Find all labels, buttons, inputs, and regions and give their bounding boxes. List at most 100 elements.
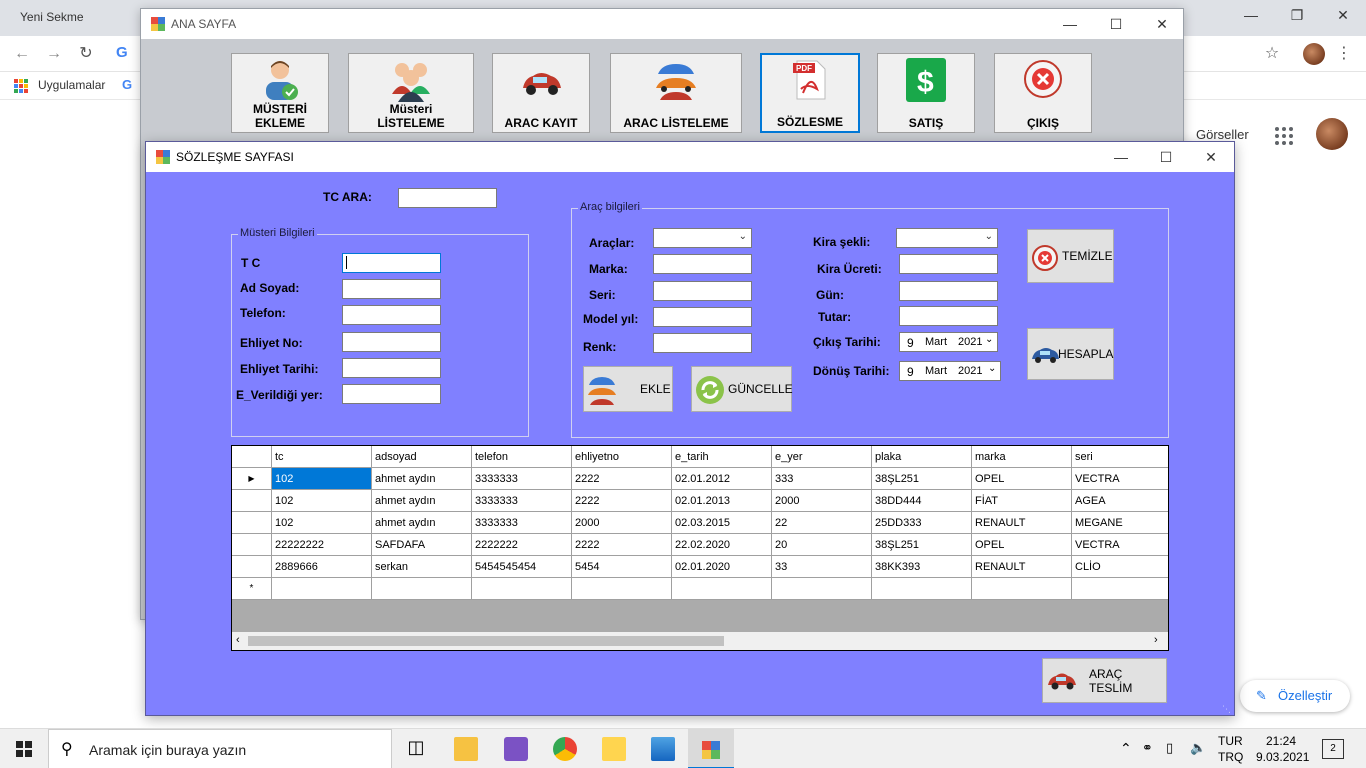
grid-cell[interactable]: 33	[772, 556, 872, 578]
grid-cell[interactable]: ahmet aydın	[372, 512, 472, 534]
taskbar-search[interactable]: ⚲ Aramak için buraya yazın	[48, 729, 392, 768]
lang-bottom[interactable]: TRQ	[1218, 750, 1243, 764]
task-view-icon[interactable]: ◫	[404, 737, 428, 761]
new-row-cell[interactable]	[872, 578, 972, 600]
grid-cell[interactable]: 02.01.2012	[672, 468, 772, 490]
grid-cell[interactable]: 38ŞL251	[872, 534, 972, 556]
grid-cell[interactable]: 102	[272, 468, 372, 490]
forward-icon[interactable]: →	[44, 44, 64, 64]
column-header[interactable]: telefon	[472, 446, 572, 468]
column-header[interactable]: e_yer	[772, 446, 872, 468]
row-header[interactable]	[232, 556, 272, 578]
guncelle-button[interactable]: GÜNCELLE	[691, 366, 793, 412]
photos-icon[interactable]	[651, 737, 675, 761]
grid-cell[interactable]: 22222222	[272, 534, 372, 556]
telefon-input[interactable]	[342, 305, 441, 325]
new-row-cell[interactable]	[772, 578, 872, 600]
column-header[interactable]: tc	[272, 446, 372, 468]
grid-cell[interactable]: OPEL	[972, 468, 1072, 490]
seri-input[interactable]	[653, 281, 752, 301]
chrome-tab[interactable]: Yeni Sekme	[8, 4, 158, 36]
tc-input[interactable]	[342, 253, 441, 273]
tools-icon[interactable]	[602, 737, 626, 761]
grid-cell[interactable]: 38ŞL251	[872, 468, 972, 490]
winforms-app-task[interactable]	[688, 729, 734, 768]
contract-close-icon[interactable]: ✕	[1188, 142, 1234, 172]
model-yil-input[interactable]	[653, 307, 752, 327]
ehliyet-no-input[interactable]	[342, 332, 441, 352]
contract-maximize-icon[interactable]: ☐	[1143, 142, 1189, 172]
bookmark-google[interactable]: G	[122, 77, 132, 92]
grid-cell[interactable]: AGEA	[1072, 490, 1168, 512]
gorseller-link[interactable]: Görseller	[1196, 127, 1249, 142]
main-maximize-icon[interactable]: ☐	[1093, 9, 1139, 39]
row-header[interactable]	[232, 534, 272, 556]
grid-cell[interactable]: serkan	[372, 556, 472, 578]
chrome-icon[interactable]	[553, 737, 577, 761]
volume-icon[interactable]: 🔈	[1190, 740, 1206, 756]
battery-icon[interactable]: ▯	[1166, 740, 1173, 756]
arac-kayit-button[interactable]: ARAC KAYIT	[492, 53, 590, 133]
musteri-ekleme-button[interactable]: MÜSTERİ EKLEME	[231, 53, 329, 133]
grid-cell[interactable]: 2000	[572, 512, 672, 534]
donus-tarihi-picker[interactable]: 9 Mart 2021 ⌄	[899, 361, 1001, 381]
column-header[interactable]: seri	[1072, 446, 1168, 468]
grid-cell[interactable]: VECTRA	[1072, 534, 1168, 556]
notification-icon[interactable]: 2	[1322, 739, 1344, 759]
grid-cell[interactable]: 2222	[572, 534, 672, 556]
customize-button[interactable]: ✎ Özelleştir	[1240, 680, 1350, 712]
file-explorer-icon[interactable]	[454, 737, 478, 761]
menu-icon[interactable]: ⋮	[1334, 44, 1354, 64]
new-row-cell[interactable]	[372, 578, 472, 600]
horizontal-scrollbar[interactable]: ‹ ›	[232, 632, 1168, 650]
new-row-cell[interactable]	[1072, 578, 1168, 600]
reload-icon[interactable]: ↻	[76, 44, 96, 64]
grid-cell[interactable]: MEGANE	[1072, 512, 1168, 534]
grid-cell[interactable]: 2889666	[272, 556, 372, 578]
row-header[interactable]: ▶	[232, 468, 272, 490]
google-avatar[interactable]	[1316, 118, 1348, 150]
grid-cell[interactable]: 3333333	[472, 468, 572, 490]
grid-corner[interactable]	[232, 446, 272, 468]
column-header[interactable]: marka	[972, 446, 1072, 468]
grid-cell[interactable]: 5454	[572, 556, 672, 578]
grid-cell[interactable]: 22	[772, 512, 872, 534]
scroll-left-icon[interactable]: ‹	[236, 634, 240, 646]
chrome-close-icon[interactable]: ✕	[1320, 0, 1366, 30]
gun-input[interactable]	[899, 281, 998, 301]
araclar-combo[interactable]: ⌄	[653, 228, 752, 248]
google-apps-icon[interactable]	[1275, 127, 1293, 145]
grid-cell[interactable]: ahmet aydın	[372, 490, 472, 512]
satis-button[interactable]: $ SATIŞ	[877, 53, 975, 133]
new-row-cell[interactable]	[972, 578, 1072, 600]
back-icon[interactable]: ←	[12, 44, 32, 64]
grid-cell[interactable]: 2222	[572, 468, 672, 490]
grid-cell[interactable]: ahmet aydın	[372, 468, 472, 490]
grid-cell[interactable]: 2222	[572, 490, 672, 512]
tc-search-input[interactable]	[398, 188, 497, 208]
scrollbar-thumb[interactable]	[248, 636, 724, 646]
cikis-button[interactable]: ÇIKIŞ	[994, 53, 1092, 133]
grid-cell[interactable]: 3333333	[472, 490, 572, 512]
new-row-cell[interactable]	[472, 578, 572, 600]
grid-cell[interactable]: 38DD444	[872, 490, 972, 512]
tray-expand-icon[interactable]: ⌃	[1120, 740, 1132, 757]
grid-cell[interactable]: FİAT	[972, 490, 1072, 512]
clock-time[interactable]: 21:24	[1266, 734, 1296, 748]
sozlesme-button[interactable]: PDF SÖZLESME	[760, 53, 860, 133]
cikis-tarihi-picker[interactable]: 9 Mart 2021 ⌄	[899, 332, 998, 352]
profile-avatar[interactable]	[1303, 43, 1325, 65]
grid-cell[interactable]: 02.01.2013	[672, 490, 772, 512]
apps-grid-icon[interactable]	[14, 79, 28, 93]
main-minimize-icon[interactable]: —	[1047, 9, 1093, 39]
visual-studio-icon[interactable]	[504, 737, 528, 761]
grid-cell[interactable]: 22.02.2020	[672, 534, 772, 556]
grid-cell[interactable]: 20	[772, 534, 872, 556]
kira-sekli-combo[interactable]: ⌄	[896, 228, 998, 248]
grid-cell[interactable]: 3333333	[472, 512, 572, 534]
column-header[interactable]: ehliyetno	[572, 446, 672, 468]
chrome-minimize-icon[interactable]: —	[1228, 0, 1274, 30]
column-header[interactable]: plaka	[872, 446, 972, 468]
scroll-right-icon[interactable]: ›	[1154, 634, 1158, 646]
kira-ucreti-input[interactable]	[899, 254, 998, 274]
